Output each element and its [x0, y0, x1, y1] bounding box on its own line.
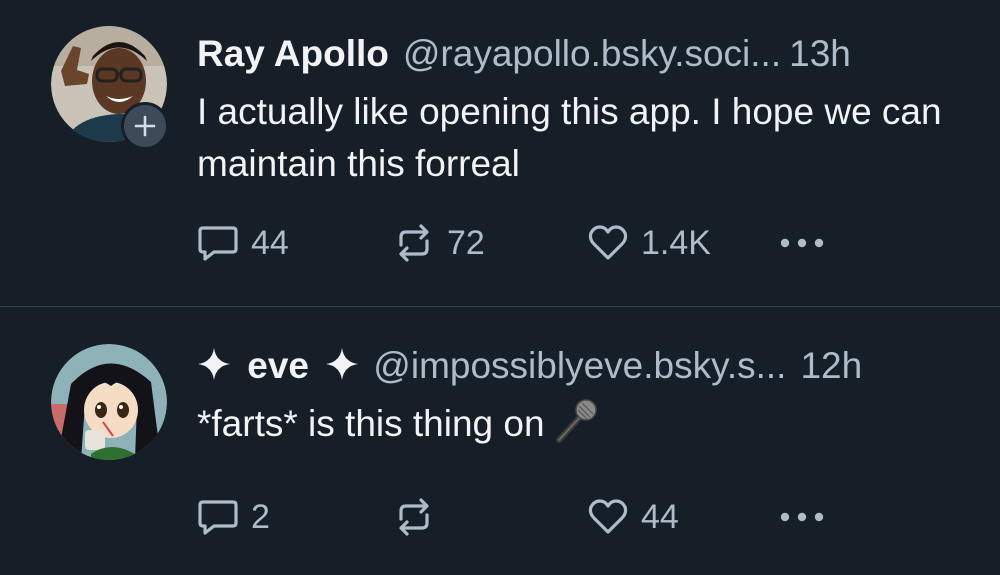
more-dots-icon — [780, 238, 824, 248]
like-button[interactable]: 44 — [587, 497, 679, 537]
post-timestamp[interactable]: 12h — [800, 342, 862, 390]
repost-icon — [399, 224, 429, 262]
post-content: Ray Apollo @rayapollo.bsky.soci... 13h I… — [197, 30, 960, 262]
repost-button[interactable]: 72 — [393, 223, 485, 263]
post-text: I actually like opening this app. I hope… — [197, 91, 942, 184]
post-text: *farts* is this thing on — [197, 398, 967, 450]
avatar[interactable] — [51, 344, 167, 460]
reply-count: 2 — [251, 497, 270, 536]
user-handle[interactable]: @impossiblyeve.bsky.s... — [373, 342, 786, 390]
avatar-container[interactable] — [51, 344, 167, 460]
plus-icon — [134, 115, 156, 137]
more-options-button[interactable] — [777, 497, 827, 537]
sparkle-icon — [198, 348, 230, 380]
like-count: 1.4K — [641, 223, 711, 262]
post-timestamp[interactable]: 13h — [789, 30, 851, 78]
reply-icon — [198, 500, 238, 535]
post-content: eve @impossiblyeve.bsky.s... 12h *farts*… — [197, 342, 960, 536]
reply-count: 44 — [251, 223, 289, 262]
post-item[interactable]: Ray Apollo @rayapollo.bsky.soci... 13h I… — [0, 0, 1000, 307]
reply-button[interactable]: 44 — [197, 223, 289, 263]
post-feed: Ray Apollo @rayapollo.bsky.soci... 13h I… — [0, 0, 1000, 575]
user-handle[interactable]: @rayapollo.bsky.soci... — [403, 30, 781, 78]
sparkle-icon — [326, 348, 359, 380]
display-name[interactable]: eve — [197, 342, 359, 390]
like-button[interactable]: 1.4K — [587, 223, 711, 263]
repost-button[interactable] — [393, 497, 447, 537]
post-header: eve @impossiblyeve.bsky.s... 12h — [197, 342, 960, 390]
heart-icon — [588, 499, 628, 534]
repost-icon — [399, 498, 429, 536]
more-dots-icon — [780, 512, 824, 522]
follow-button[interactable] — [121, 102, 169, 150]
heart-icon — [588, 225, 628, 260]
microphone-icon — [555, 399, 597, 443]
post-text-content: *farts* is this thing on — [197, 403, 545, 444]
display-name-text: eve — [247, 345, 310, 386]
post-header: Ray Apollo @rayapollo.bsky.soci... 13h — [197, 30, 960, 78]
reply-icon — [198, 226, 238, 261]
like-count: 44 — [641, 497, 679, 536]
reply-button[interactable]: 2 — [197, 497, 270, 537]
repost-count: 72 — [447, 223, 485, 262]
display-name[interactable]: Ray Apollo — [197, 30, 389, 78]
post-item[interactable]: eve @impossiblyeve.bsky.s... 12h *farts*… — [0, 307, 1000, 575]
more-options-button[interactable] — [777, 223, 827, 263]
avatar-container[interactable] — [51, 26, 169, 150]
